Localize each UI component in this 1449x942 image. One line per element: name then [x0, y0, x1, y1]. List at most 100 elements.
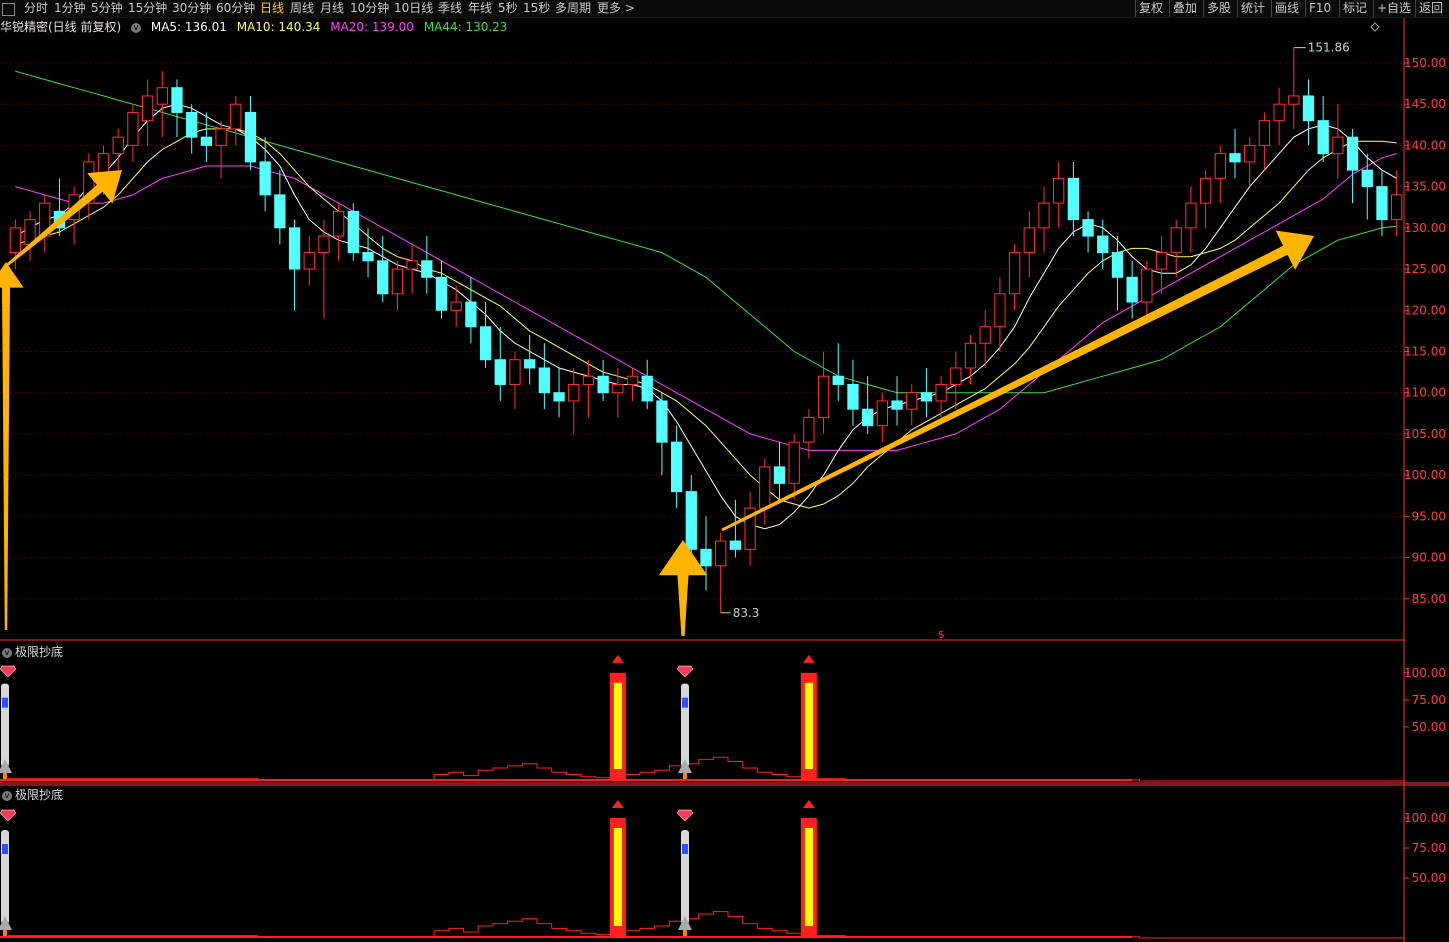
candle [1317, 120, 1329, 155]
candle [1361, 169, 1373, 188]
candle [1082, 219, 1094, 237]
low-price-label: 83.3 [733, 606, 760, 620]
indicator-title-2: v 极限抄底 [2, 786, 63, 803]
candle [891, 400, 903, 410]
candle [421, 260, 433, 278]
candle [494, 359, 506, 385]
rocket-icon [681, 683, 689, 767]
candle [112, 136, 124, 155]
y-tick-label: 50.00 [1412, 720, 1446, 734]
candle [597, 375, 609, 394]
candle [465, 301, 477, 328]
candle [1053, 177, 1065, 204]
candle [362, 252, 374, 262]
y-tick-label: 125.00 [1404, 262, 1446, 276]
candle [1376, 186, 1388, 221]
rocket-fin [678, 916, 692, 930]
candle [1141, 268, 1153, 303]
arrow-annotation [0, 262, 24, 630]
candle [215, 128, 227, 146]
candle [935, 383, 947, 402]
candle [876, 400, 888, 427]
candle [1038, 202, 1050, 229]
y-tick-label: 85.00 [1412, 592, 1446, 606]
stock-chart[interactable]: 150.00 145.00 140.00 135.00 130.00 125.00 120.… [0, 0, 1449, 942]
candle [906, 392, 918, 410]
candle [656, 400, 668, 443]
up-triangle-icon [611, 654, 624, 663]
candle [1288, 95, 1300, 105]
y-tick-label: 100.00 [1404, 666, 1446, 680]
candle [759, 466, 771, 509]
candle [950, 367, 962, 385]
y-tick-label: 140.00 [1404, 138, 1446, 152]
rocket-flame [3, 773, 7, 779]
chevron-down-icon[interactable]: v [2, 790, 12, 801]
candle [773, 466, 786, 484]
diamond-icon [1370, 22, 1380, 32]
candle [141, 95, 154, 122]
gem-icon [0, 809, 17, 822]
candle [1302, 95, 1315, 122]
candle [1258, 120, 1271, 146]
candle [1008, 252, 1021, 295]
candle [817, 375, 830, 418]
candle [582, 375, 595, 385]
up-triangle-icon [611, 800, 624, 808]
candle [847, 383, 859, 410]
candle [1097, 235, 1109, 254]
candle [715, 540, 727, 567]
indicator-title-2-text: 极限抄底 [15, 788, 64, 802]
candle [1229, 153, 1241, 163]
candle [230, 103, 242, 130]
candle [435, 276, 448, 311]
up-triangle-icon [802, 654, 815, 663]
candle [244, 111, 257, 163]
candle [1126, 276, 1138, 303]
candle [1111, 252, 1124, 278]
rocket-window [682, 697, 688, 708]
rocket-window [2, 697, 8, 708]
y-tick-label: 95.00 [1412, 509, 1446, 523]
candle [626, 375, 639, 385]
candle [1346, 136, 1359, 171]
candle [303, 252, 315, 270]
y-tick-label: 120.00 [1404, 303, 1446, 317]
candle [156, 87, 168, 105]
y-tick-label: 100.00 [1404, 811, 1446, 825]
candle [861, 408, 874, 427]
candle [1155, 252, 1168, 270]
candle [803, 416, 815, 443]
candle [553, 392, 565, 402]
candle [288, 227, 301, 270]
candle [332, 210, 345, 237]
rocket-flame [683, 773, 687, 779]
candle [1067, 177, 1080, 221]
candle [1332, 136, 1344, 155]
candle [1244, 144, 1256, 163]
y-tick-label: 135.00 [1404, 180, 1446, 194]
candle [568, 383, 580, 402]
chevron-down-icon[interactable]: v [2, 647, 12, 658]
candle [479, 326, 492, 361]
y-tick-label: 130.00 [1404, 221, 1446, 235]
gem-icon [0, 665, 17, 678]
bottom-signal-bar-core [613, 828, 622, 926]
candle [274, 194, 286, 229]
candle [406, 260, 418, 270]
candle [318, 235, 330, 254]
candle [259, 161, 271, 196]
candle [186, 111, 198, 138]
candle [377, 260, 389, 295]
arrow-annotation [5, 170, 123, 267]
candle [670, 441, 683, 493]
candle [171, 87, 183, 113]
candle [979, 326, 991, 344]
candle [964, 342, 977, 369]
y-tick-label: 75.00 [1412, 693, 1446, 707]
y-tick-label: 105.00 [1404, 427, 1446, 441]
rocket-window [682, 844, 688, 854]
rocket-window [2, 844, 8, 854]
gem-icon [676, 665, 694, 678]
up-triangle-icon [802, 800, 815, 808]
